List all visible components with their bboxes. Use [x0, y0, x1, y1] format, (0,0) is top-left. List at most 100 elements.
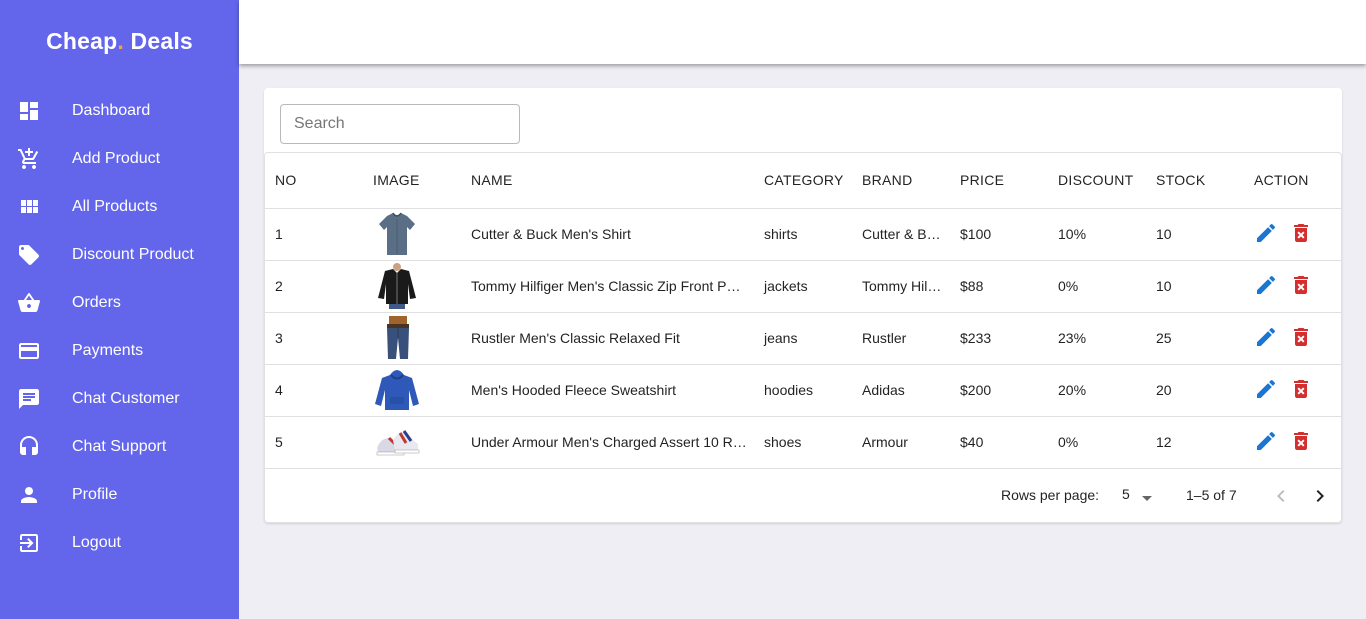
- cell-stock: 25: [1146, 312, 1244, 365]
- sidebar-item-orders[interactable]: Orders: [0, 279, 239, 327]
- column-header-action: ACTION: [1244, 153, 1341, 209]
- product-image-cell: [363, 208, 461, 261]
- sidebar-item-add-product[interactable]: Add Product: [0, 135, 239, 183]
- pencil-icon[interactable]: [1254, 377, 1278, 401]
- cell-category: shoes: [754, 416, 852, 469]
- chevron-left-icon[interactable]: [1269, 484, 1293, 511]
- cell-name: Cutter & Buck Men's Shirt: [461, 208, 754, 261]
- search-input[interactable]: [280, 104, 520, 144]
- chevron-right-icon[interactable]: [1308, 484, 1332, 511]
- sidebar-item-label: Discount Product: [72, 246, 194, 263]
- cell-stock: 20: [1146, 364, 1244, 417]
- sidebar-item-label: Add Product: [72, 150, 161, 167]
- cell-discount: 0%: [1048, 260, 1146, 313]
- tag-icon: [17, 243, 41, 267]
- brand-part1: Cheap: [46, 28, 118, 54]
- table-row: 2 Tommy Hilfiger Men's Classic Zip Front …: [265, 260, 1341, 313]
- pencil-icon[interactable]: [1254, 325, 1278, 349]
- trash-icon[interactable]: [1289, 221, 1313, 245]
- sidebar-item-label: Payments: [72, 342, 144, 359]
- sidebar-item-label: Chat Customer: [72, 390, 180, 407]
- add-cart-icon: [17, 147, 41, 171]
- column-header-image: IMAGE: [363, 153, 461, 209]
- jeans-image: [373, 314, 461, 362]
- cell-brand: Armour: [852, 416, 950, 469]
- sidebar-item-all-products[interactable]: All Products: [0, 183, 239, 231]
- table-row: 3 Rustler Men's Classic Relaxed Fit jeans R…: [265, 312, 1341, 365]
- pagination: Rows per page: 5 1–5 of 7: [265, 470, 1341, 522]
- pencil-icon[interactable]: [1254, 429, 1278, 453]
- trash-icon[interactable]: [1289, 377, 1313, 401]
- table-row: 1 Cutter & Buck Men's Shirt shirts Cutter &…: [265, 208, 1341, 261]
- cell-action: [1244, 260, 1341, 313]
- sidebar-item-label: Dashboard: [72, 102, 151, 119]
- sidebar: Cheap. Deals Dashboard Add Product All Pro…: [0, 0, 239, 619]
- cell-brand: Rustler: [852, 312, 950, 365]
- cell-name: Tommy Hilfiger Men's Classic Zip Front P…: [461, 260, 754, 313]
- pencil-icon[interactable]: [1254, 221, 1278, 245]
- top-app-bar: [239, 0, 1366, 64]
- products-table: NO IMAGE NAME CATEGORY BRAND PRICE DISCOUNT STO…: [265, 153, 1341, 469]
- brand-part2: Deals: [123, 28, 193, 54]
- cell-price: $200: [950, 364, 1048, 417]
- sidebar-item-payments[interactable]: Payments: [0, 327, 239, 375]
- column-header-brand: BRAND: [852, 153, 950, 209]
- cell-name: Men's Hooded Fleece Sweatshirt: [461, 364, 754, 417]
- cell-brand: Tommy Hil…: [852, 260, 950, 313]
- cell-brand: Cutter & B…: [852, 208, 950, 261]
- cell-discount: 0%: [1048, 416, 1146, 469]
- cell-discount: 20%: [1048, 364, 1146, 417]
- shoes-image: [373, 418, 461, 466]
- cell-price: $233: [950, 312, 1048, 365]
- brand-logo[interactable]: Cheap. Deals: [0, 28, 239, 55]
- column-header-discount: DISCOUNT: [1048, 153, 1146, 209]
- cell-discount: 23%: [1048, 312, 1146, 365]
- table-header-row: NO IMAGE NAME CATEGORY BRAND PRICE DISCOUNT STO…: [265, 153, 1341, 209]
- headset-icon: [17, 435, 41, 459]
- caret-down-icon[interactable]: [1135, 486, 1159, 513]
- dashboard-icon: [17, 99, 41, 123]
- trash-icon[interactable]: [1289, 325, 1313, 349]
- cell-stock: 12: [1146, 416, 1244, 469]
- logout-icon: [17, 531, 41, 555]
- basket-icon: [17, 291, 41, 315]
- sidebar-item-chat-customer[interactable]: Chat Customer: [0, 375, 239, 423]
- sidebar-item-discount-product[interactable]: Discount Product: [0, 231, 239, 279]
- table-body: 1 Cutter & Buck Men's Shirt shirts Cutter &…: [265, 208, 1341, 469]
- product-image-cell: [363, 260, 461, 313]
- cell-no: 5: [265, 416, 363, 469]
- sidebar-item-logout[interactable]: Logout: [0, 519, 239, 567]
- cell-category: jeans: [754, 312, 852, 365]
- table-row: 4 Men's Hooded Fleece Sweatshirt hoodies Ad…: [265, 364, 1341, 417]
- brand-dot: .: [117, 28, 124, 54]
- cell-category: jackets: [754, 260, 852, 313]
- table-row: 5 Under Armour Men's Charged Assert 10 R……: [265, 416, 1341, 469]
- cell-category: shirts: [754, 208, 852, 261]
- column-header-price: PRICE: [950, 153, 1048, 209]
- cell-brand: Adidas: [852, 364, 950, 417]
- cell-price: $100: [950, 208, 1048, 261]
- cell-name: Rustler Men's Classic Relaxed Fit: [461, 312, 754, 365]
- sidebar-item-profile[interactable]: Profile: [0, 471, 239, 519]
- sidebar-item-label: Profile: [72, 486, 118, 503]
- person-icon: [17, 483, 41, 507]
- cell-action: [1244, 208, 1341, 261]
- cell-no: 1: [265, 208, 363, 261]
- trash-icon[interactable]: [1289, 429, 1313, 453]
- pencil-icon[interactable]: [1254, 273, 1278, 297]
- cell-category: hoodies: [754, 364, 852, 417]
- sidebar-item-chat-support[interactable]: Chat Support: [0, 423, 239, 471]
- trash-icon[interactable]: [1289, 273, 1313, 297]
- column-header-stock: STOCK: [1146, 153, 1244, 209]
- cell-price: $40: [950, 416, 1048, 469]
- column-header-category: CATEGORY: [754, 153, 852, 209]
- cell-no: 3: [265, 312, 363, 365]
- shirt-image: [373, 210, 461, 258]
- hoodie-image: [373, 366, 461, 414]
- cell-stock: 10: [1146, 208, 1244, 261]
- sidebar-item-dashboard[interactable]: Dashboard: [0, 87, 239, 135]
- cell-action: [1244, 416, 1341, 469]
- cell-stock: 10: [1146, 260, 1244, 313]
- chat-icon: [17, 387, 41, 411]
- product-image-cell: [363, 364, 461, 417]
